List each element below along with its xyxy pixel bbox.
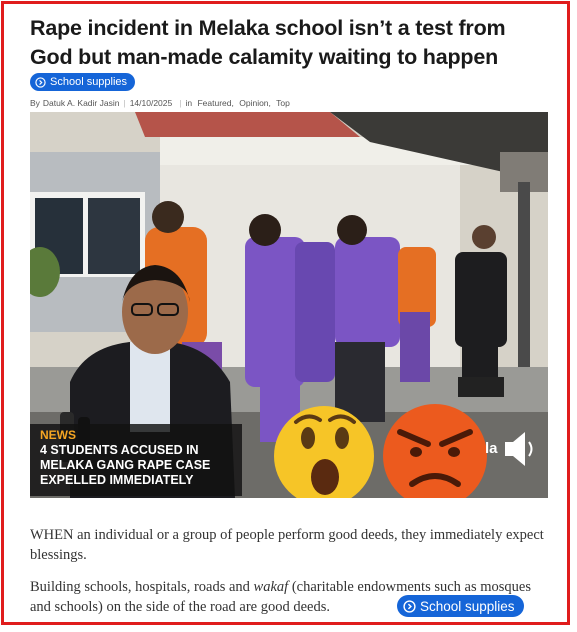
category-link-opinion[interactable]: Opinion	[239, 98, 268, 108]
news-caption-overlay: NEWS 4 STUDENTS ACCUSED IN MELAKA GANG R…	[40, 428, 250, 488]
publish-date: 14/10/2025	[129, 98, 173, 108]
article-title: Rape incident in Melaka school isn’t a t…	[30, 16, 506, 69]
in-label: in	[185, 98, 193, 108]
news-headline-line-1: 4 STUDENTS ACCUSED IN	[40, 443, 199, 457]
news-headline-line-3: EXPELLED IMMEDIATELY	[40, 473, 194, 487]
author-link[interactable]: Datuk A. Kadir Jasin	[43, 98, 120, 108]
category-link-top[interactable]: Top	[276, 98, 290, 108]
arrow-circle-icon	[35, 76, 46, 88]
category-tag-label: School supplies	[50, 76, 128, 88]
paragraph-2-italic: wakaf	[253, 579, 289, 595]
paragraph-1: WHEN an individual or a group of people …	[30, 527, 544, 563]
inline-tag-button[interactable]: School supplies	[397, 595, 524, 617]
byline-prefix: By	[30, 98, 40, 108]
news-headline-line-2: MELAKA GANG RAPE CASE	[40, 458, 211, 472]
news-label: NEWS	[40, 428, 76, 442]
category-link-featured[interactable]: Featured	[197, 98, 231, 108]
watermark-fragment: la	[485, 440, 498, 457]
category-tag-button[interactable]: School supplies	[30, 73, 136, 91]
article-featured-image[interactable]: NEWS 4 STUDENTS ACCUSED IN MELAKA GANG R…	[30, 112, 548, 498]
news-headline: 4 STUDENTS ACCUSED IN MELAKA GANG RAPE C…	[40, 443, 250, 488]
inline-tag-label: School supplies	[420, 598, 515, 614]
paragraph-2-before: Building schools, hospitals, roads and	[30, 579, 254, 595]
byline: By Datuk A. Kadir Jasin | 14/10/2025 | in Fea…	[30, 98, 290, 108]
arrow-circle-icon	[403, 599, 416, 613]
